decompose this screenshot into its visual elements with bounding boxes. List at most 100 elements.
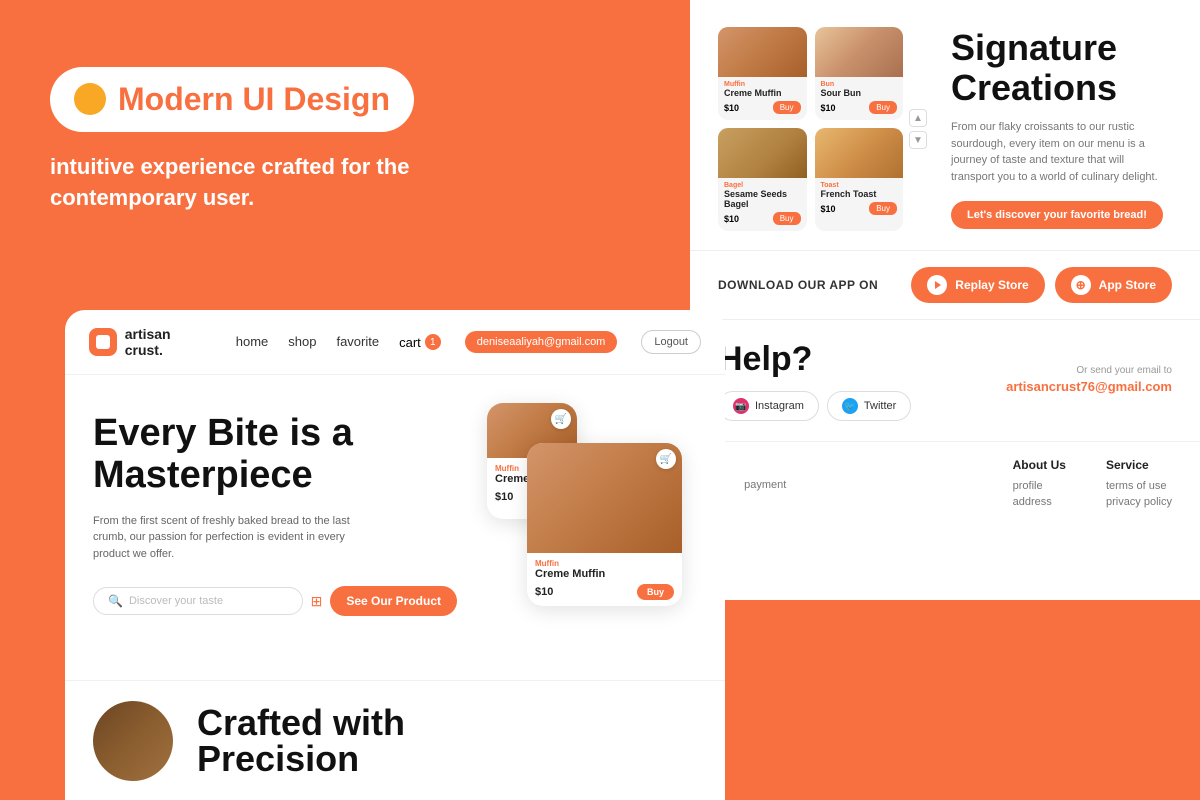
nav-favorite[interactable]: favorite	[336, 334, 379, 350]
crafted-title2: Precision	[197, 741, 405, 777]
grid-sourbun-price-row: $10 Buy	[821, 101, 898, 114]
grid-toast-image	[815, 128, 904, 178]
grid-toast-buy[interactable]: Buy	[869, 202, 897, 215]
nav-home[interactable]: home	[236, 334, 269, 350]
social-row: Help? 📷 Instagram 🐦 Twitter Or send your…	[718, 340, 1172, 421]
muffin-card-main: 🛒 Muffin Creme Muffin $10 Buy	[527, 443, 682, 606]
instagram-button[interactable]: 📷 Instagram	[718, 391, 819, 421]
right-card: Muffin Creme Muffin $10 Buy Bun Sour Bun	[690, 0, 1200, 800]
play-triangle-icon	[935, 281, 941, 289]
grid-sourbun-name: Sour Bun	[821, 88, 898, 98]
product-grid-container: Muffin Creme Muffin $10 Buy Bun Sour Bun	[718, 28, 927, 230]
grid-toast-price: $10	[821, 204, 836, 214]
grid-bagel-price: $10	[724, 214, 739, 224]
logo-icon-inner	[96, 335, 110, 349]
muffin-name-main: Creme Muffin	[535, 568, 674, 580]
muffin-buy-btn-main[interactable]: Buy	[637, 584, 674, 600]
hero-description: From the first scent of freshly baked br…	[93, 513, 373, 563]
nav-cart[interactable]: cart 1	[399, 334, 441, 350]
nav-shop[interactable]: shop	[288, 334, 316, 350]
crafted-title: Crafted with	[197, 705, 405, 741]
top-left-section: Modern UI Design intuitive experience cr…	[0, 0, 590, 280]
replay-store-button[interactable]: Replay Store	[911, 267, 1044, 303]
product-grid: Muffin Creme Muffin $10 Buy Bun Sour Bun	[718, 27, 903, 231]
twitter-icon: 🐦	[842, 398, 858, 414]
grid-muffin-price-row: $10 Buy	[724, 101, 801, 114]
muffin-info-main: Muffin Creme Muffin $10 Buy	[527, 553, 682, 606]
replay-store-label: Replay Store	[955, 278, 1028, 292]
grid-sourbun-price: $10	[821, 103, 836, 113]
scroll-arrows: ▲ ▼	[909, 109, 927, 149]
instagram-label: Instagram	[755, 400, 804, 412]
orange-bottom-section	[690, 600, 1200, 800]
muffin-image-main: 🛒	[527, 443, 682, 553]
contact-email[interactable]: artisancrust76@gmail.com	[1006, 379, 1172, 394]
grid-muffin-buy[interactable]: Buy	[773, 101, 801, 114]
instagram-icon: 📷	[733, 398, 749, 414]
twitter-button[interactable]: 🐦 Twitter	[827, 391, 911, 421]
logo-text: artisan crust.	[125, 326, 212, 358]
crafted-image	[93, 701, 173, 781]
grid-muffin-info: Muffin Creme Muffin $10 Buy	[718, 77, 807, 120]
hero-title: Every Bite is a Masterpiece	[93, 413, 457, 497]
cart-icon-small[interactable]: 🛒	[551, 409, 571, 429]
help-title: Help?	[718, 340, 911, 379]
or-send-text: Or send your email to	[1006, 365, 1172, 376]
signature-description: From our flaky croissants to our rustic …	[951, 119, 1168, 185]
signature-title: SignatureCreations	[951, 28, 1168, 107]
signature-section: Muffin Creme Muffin $10 Buy Bun Sour Bun	[690, 0, 1200, 250]
scroll-down-btn[interactable]: ▼	[909, 131, 927, 149]
grid-sourbun-buy[interactable]: Buy	[869, 101, 897, 114]
logo-icon	[89, 328, 117, 356]
muffin-price-row-main: $10 Buy	[535, 584, 674, 600]
signature-title-text: SignatureCreations	[951, 27, 1117, 108]
nav-links: home shop favorite cart 1	[236, 334, 441, 350]
app-store-button[interactable]: ⊕ App Store	[1055, 267, 1172, 303]
footer-profile[interactable]: profile	[1013, 480, 1066, 492]
nav-logout[interactable]: Logout	[641, 330, 701, 354]
grid-bagel-cat: Bagel	[724, 182, 801, 189]
grid-item-muffin: Muffin Creme Muffin $10 Buy	[718, 27, 807, 120]
grid-bagel-buy[interactable]: Buy	[773, 212, 801, 225]
grid-icon[interactable]: ⊞	[311, 593, 323, 610]
help-section: Help? 📷 Instagram 🐦 Twitter Or send your…	[690, 319, 1200, 441]
twitter-label: Twitter	[864, 400, 896, 412]
search-icon: 🔍	[108, 594, 123, 608]
help-left: Help? 📷 Instagram 🐦 Twitter	[718, 340, 911, 421]
grid-muffin-price: $10	[724, 103, 739, 113]
grid-item-sourbun: Bun Sour Bun $10 Buy	[815, 27, 904, 120]
footer-privacy[interactable]: privacy policy	[1106, 496, 1172, 508]
discover-button[interactable]: Let's discover your favorite bread!	[951, 201, 1163, 229]
footer-service: Service terms of use privacy policy	[1106, 458, 1172, 512]
see-product-button[interactable]: See Our Product	[330, 586, 457, 616]
tagline-text: intuitive experience crafted for the con…	[50, 152, 510, 214]
email-section: Or send your email to artisancrust76@gma…	[1006, 365, 1172, 396]
footer-link-payment[interactable]: payment	[744, 479, 786, 491]
nav-bar: artisan crust. home shop favorite cart 1…	[65, 310, 725, 375]
grid-item-bagel: Bagel Sesame Seeds Bagel $10 Buy	[718, 128, 807, 231]
cart-icon-main[interactable]: 🛒	[656, 449, 676, 469]
footer-terms[interactable]: terms of use	[1106, 480, 1172, 492]
muffin-category-main: Muffin	[535, 559, 674, 568]
scroll-up-btn[interactable]: ▲	[909, 109, 927, 127]
signature-content: SignatureCreations From our flaky croiss…	[951, 28, 1168, 230]
badge-dot-icon	[74, 83, 106, 115]
app-store-icon: ⊕	[1071, 275, 1091, 295]
grid-item-toast: Toast French Toast $10 Buy	[815, 128, 904, 231]
store-buttons: Replay Store ⊕ App Store	[911, 267, 1172, 303]
badge-text: Modern UI Design	[118, 81, 390, 118]
grid-bagel-name: Sesame Seeds Bagel	[724, 189, 801, 209]
muffin-price-small: $10	[495, 491, 513, 503]
cart-badge: 1	[425, 334, 441, 350]
grid-muffin-image	[718, 27, 807, 77]
replay-store-icon	[927, 275, 947, 295]
nav-email: deniseaaliyah@gmail.com	[465, 331, 618, 353]
footer-left-links: d payment	[718, 458, 973, 512]
search-box[interactable]: 🔍 Discover your taste	[93, 587, 303, 615]
grid-bagel-image	[718, 128, 807, 178]
muffin-price-main: $10	[535, 586, 553, 598]
footer-about-title: About Us	[1013, 458, 1066, 472]
grid-bagel-price-row: $10 Buy	[724, 212, 801, 225]
grid-toast-cat: Toast	[821, 182, 898, 189]
footer-address[interactable]: address	[1013, 496, 1066, 508]
